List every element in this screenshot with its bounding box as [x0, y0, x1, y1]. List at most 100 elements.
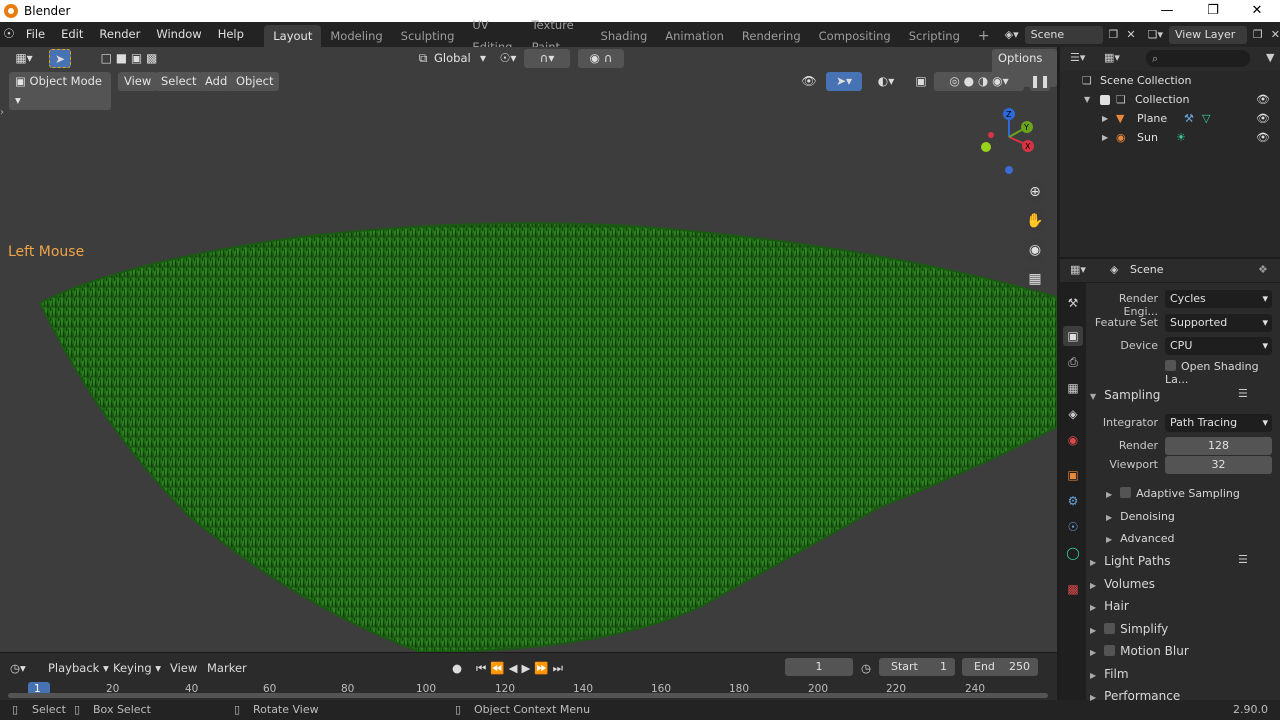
playback-controls-icon[interactable]: ⏮⏪◀▶⏩⏭ [476, 659, 567, 677]
physics-tab-icon[interactable]: ◯ [1063, 543, 1083, 563]
navigation-gizmo[interactable]: Z X Y [975, 105, 1055, 185]
object-mode-dropdown[interactable]: ▣ Object Mode ▾ [9, 72, 111, 110]
film-panel[interactable]: ▶ Film [1090, 667, 1129, 681]
display-mode-icon[interactable]: ▦▾ [1104, 51, 1120, 64]
menu-object[interactable]: Object [230, 72, 280, 91]
object-tab-icon[interactable]: ▣ [1063, 465, 1083, 485]
timeline-scrollbar[interactable] [8, 693, 1048, 698]
modifier-wrench-icon[interactable]: ⚒ [1184, 109, 1194, 128]
add-workspace-icon[interactable]: + [969, 25, 999, 47]
timeline-editor-type-icon[interactable]: ◷▾ [10, 659, 26, 677]
denoising-subpanel[interactable]: ▶ Denoising [1106, 510, 1175, 523]
expand-triangle-icon[interactable]: ▼ [1084, 90, 1090, 109]
feature-set-dropdown[interactable]: Supported ▾ [1165, 314, 1272, 332]
adaptive-sampling-subpanel[interactable]: ▶ Adaptive Sampling [1106, 487, 1240, 500]
render-tab-icon[interactable]: ▣ [1063, 326, 1083, 346]
menu-edit[interactable]: Edit [53, 22, 91, 47]
texture-tab-icon[interactable]: ▩ [1063, 579, 1083, 599]
viewport-3d[interactable]: ▦▾ ➤ □ ■ ▣ ▩ ⧉ Global ▾ ☉▾ ∩▾ ◉ ∩ Option… [0, 47, 1057, 652]
pan-hand-icon[interactable]: ✋ [1023, 209, 1047, 233]
close-window-button[interactable]: ✕ [1234, 0, 1280, 22]
delete-view-layer-icon[interactable]: ✕ [1271, 28, 1280, 41]
new-view-layer-icon[interactable]: ❐ [1253, 28, 1263, 41]
snap-icon[interactable]: ∩▾ [524, 49, 570, 68]
gizmo-toggle-icon[interactable]: ➤▾ [826, 72, 862, 91]
view-layer-field[interactable]: View Layer [1169, 25, 1247, 44]
tab-rendering[interactable]: Rendering [733, 25, 810, 47]
end-frame-field[interactable]: End 250 [962, 658, 1038, 676]
start-frame-field[interactable]: Start 1 [879, 658, 955, 676]
render-samples-field[interactable]: 128 [1165, 437, 1272, 455]
menu-help[interactable]: Help [210, 22, 252, 47]
output-tab-icon[interactable]: ⎙ [1063, 352, 1083, 372]
outliner-editor-icon[interactable]: ☰▾ [1070, 51, 1085, 64]
tab-sculpting[interactable]: Sculpting [392, 25, 464, 47]
overlay-toggle-icon[interactable]: ◐▾ [868, 72, 904, 91]
filter-icon[interactable]: ▼ [1266, 51, 1274, 64]
orientation-chevron-icon[interactable]: ▾ [474, 49, 492, 68]
timeline-menu-keying[interactable]: Keying ▾ [113, 659, 161, 677]
eye-icon[interactable]: 👁 [1256, 128, 1270, 147]
outliner-search-icon[interactable]: ⌕ [1146, 50, 1250, 67]
outliner-row-collection[interactable]: ▼ ❏ Collection 👁 [1060, 90, 1280, 109]
performance-panel[interactable]: ▶ Performance [1090, 689, 1180, 703]
xray-icon[interactable]: ▣ [912, 72, 930, 91]
eye-icon[interactable]: 👁 [1256, 109, 1270, 128]
select-tool-icon[interactable]: ➤ [49, 49, 71, 68]
new-scene-icon[interactable]: ❐ [1109, 28, 1119, 41]
proportional-edit-icon[interactable]: ◉ ∩ [578, 49, 624, 68]
zoom-icon[interactable]: ⊕ [1023, 180, 1047, 204]
tab-animation[interactable]: Animation [656, 25, 733, 47]
minimize-button[interactable]: — [1144, 0, 1190, 22]
light-paths-presets-icon[interactable]: ☰ [1238, 553, 1248, 566]
timeline-menu-view[interactable]: View [170, 659, 197, 677]
menu-add[interactable]: Add [199, 72, 234, 91]
visibility-icon[interactable]: 👁 [795, 72, 823, 91]
sun-light-data-icon[interactable]: ☀ [1176, 128, 1186, 147]
presets-list-icon[interactable]: ☰ [1238, 387, 1248, 400]
clock-icon[interactable]: ◷ [861, 659, 871, 677]
sampling-panel-header[interactable]: ▼ Sampling [1090, 388, 1160, 402]
menu-render[interactable]: Render [91, 22, 148, 47]
volumes-panel[interactable]: ▶ Volumes [1090, 577, 1155, 591]
expand-triangle-icon[interactable]: ▶ [1102, 128, 1108, 147]
current-frame-field[interactable]: 1 [785, 658, 853, 676]
hair-panel[interactable]: ▶ Hair [1090, 599, 1129, 613]
properties-panel[interactable]: ▦▾ ◈ Scene ❖ ⚒ ▣ ⎙ ▦ ◈ ◉ ▣ ⚙ ☉ ◯ ▩ Rende… [1060, 259, 1280, 703]
menu-window[interactable]: Window [148, 22, 209, 47]
timeline-menu-marker[interactable]: Marker [207, 659, 247, 677]
world-tab-icon[interactable]: ◉ [1063, 430, 1083, 450]
view-layer-icon[interactable]: ❏▾ [1148, 28, 1163, 41]
scene-tab-icon[interactable]: ◈ [1063, 404, 1083, 424]
integrator-dropdown[interactable]: Path Tracing ▾ [1165, 414, 1272, 432]
select-mode-icons[interactable]: □ ■ ▣ ▩ [84, 49, 174, 68]
simplify-panel[interactable]: ▶ Simplify [1090, 622, 1168, 636]
advanced-subpanel[interactable]: ▶ Advanced [1106, 532, 1175, 545]
maximize-button[interactable]: ❐ [1190, 0, 1236, 22]
device-dropdown[interactable]: CPU ▾ [1165, 337, 1272, 355]
perspective-grid-icon[interactable]: ▦ [1023, 267, 1047, 291]
particles-tab-icon[interactable]: ☉ [1063, 517, 1083, 537]
collection-checkbox[interactable] [1100, 95, 1110, 105]
eye-icon[interactable]: 👁 [1256, 90, 1270, 109]
tool-tab-icon[interactable]: ⚒ [1063, 293, 1083, 313]
viewport-samples-field[interactable]: 32 [1165, 456, 1272, 474]
pivot-point-icon[interactable]: ☉▾ [494, 49, 522, 68]
tab-compositing[interactable]: Compositing [810, 25, 900, 47]
render-engine-dropdown[interactable]: Cycles ▾ [1165, 290, 1272, 308]
mesh-data-icon[interactable]: ▽ [1202, 109, 1210, 128]
pause-render-icon[interactable]: ❚❚ [1030, 72, 1050, 91]
scene-icon[interactable]: ◈▾ [1005, 28, 1019, 41]
timeline-menu-playback[interactable]: Playback ▾ [48, 659, 109, 677]
scene-field[interactable]: Scene [1024, 25, 1103, 44]
outliner-row-sun[interactable]: ▶ ◉ Sun ☀ 👁 [1060, 128, 1280, 147]
open-shading-checkbox[interactable]: Open Shading La... [1165, 360, 1280, 386]
motion-blur-panel[interactable]: ▶ Motion Blur [1090, 644, 1189, 658]
camera-view-icon[interactable]: ◉ [1023, 238, 1047, 262]
transform-orientation-dropdown[interactable]: Global [428, 49, 477, 68]
outliner-row-scene-collection[interactable]: ❏ Scene Collection [1060, 71, 1280, 90]
menu-select[interactable]: Select [155, 72, 203, 91]
outliner-panel[interactable]: ☰▾ ▦▾ ⌕ ▼ ❏ Scene Collection ▼ ❏ Collect… [1060, 47, 1280, 257]
menu-view[interactable]: View [118, 72, 158, 91]
record-icon[interactable]: ● [452, 659, 462, 677]
